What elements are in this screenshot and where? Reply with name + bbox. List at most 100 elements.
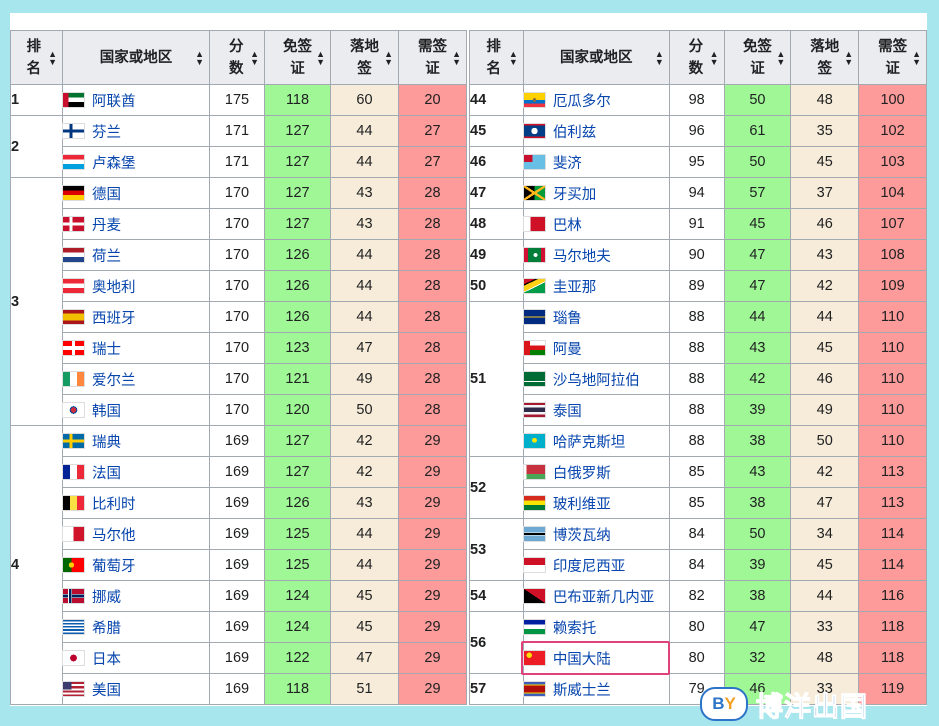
visa-on-arrival-cell: 60 bbox=[330, 84, 399, 116]
nauru-flag bbox=[523, 310, 545, 324]
score-cell: 171 bbox=[209, 115, 265, 147]
country-cell: 厄瓜多尔 bbox=[522, 84, 670, 116]
country-link[interactable]: 斯威士兰 bbox=[553, 683, 611, 699]
country-link[interactable]: 沙乌地阿拉伯 bbox=[553, 373, 640, 389]
table-row: 47 牙买加 94 57 37 104 bbox=[469, 177, 927, 209]
country-link[interactable]: 玻利维亚 bbox=[553, 497, 611, 513]
country-link[interactable]: 印度尼西亚 bbox=[553, 559, 626, 575]
country-header[interactable]: 国家或地区 ▲ ▼ bbox=[522, 30, 670, 85]
rank-cell: 52 bbox=[469, 456, 524, 519]
visa-free-cell: 126 bbox=[264, 487, 331, 519]
country-link[interactable]: 赖索托 bbox=[553, 621, 597, 637]
country-link[interactable]: 荷兰 bbox=[92, 249, 121, 265]
country-link[interactable]: 瑞士 bbox=[92, 342, 121, 358]
sort-icon[interactable]: ▲ ▼ bbox=[316, 49, 325, 66]
country-link[interactable]: 马尔他 bbox=[92, 528, 136, 544]
sort-icon[interactable]: ▲ ▼ bbox=[48, 49, 57, 66]
visa-required-header[interactable]: 需签证 ▲ ▼ bbox=[398, 30, 467, 85]
country-link[interactable]: 卢森堡 bbox=[92, 156, 136, 172]
table-row: 泰国 88 39 49 110 bbox=[470, 394, 927, 426]
visa-on-arrival-header[interactable]: 落地签 ▲ ▼ bbox=[790, 30, 860, 85]
country-link[interactable]: 哈萨克斯坦 bbox=[553, 435, 626, 451]
rank-header[interactable]: 排名 ▲ ▼ bbox=[10, 30, 63, 85]
country-header[interactable]: 国家或地区 ▲ ▼ bbox=[62, 30, 210, 85]
rank-cell: 54 bbox=[469, 580, 524, 612]
country-link[interactable]: 挪威 bbox=[92, 590, 121, 606]
sort-icon[interactable]: ▲ ▼ bbox=[452, 49, 461, 66]
table-row: 比利时 169 126 43 29 bbox=[11, 487, 467, 519]
country-link[interactable]: 丹麦 bbox=[92, 218, 121, 234]
sort-icon[interactable]: ▲ ▼ bbox=[384, 49, 393, 66]
country-link[interactable]: 圭亚那 bbox=[553, 280, 597, 296]
country-cell: 阿联酋 bbox=[62, 84, 210, 116]
country-link[interactable]: 泰国 bbox=[553, 404, 582, 420]
sort-icon[interactable]: ▲ ▼ bbox=[710, 49, 719, 66]
germany-flag bbox=[63, 186, 84, 200]
visa-free-cell: 50 bbox=[723, 146, 792, 178]
country-link[interactable]: 瑙鲁 bbox=[553, 311, 582, 327]
country-link[interactable]: 斐济 bbox=[553, 156, 582, 172]
sort-icon[interactable]: ▲ ▼ bbox=[776, 49, 785, 66]
sort-icon[interactable]: ▲ ▼ bbox=[655, 49, 664, 66]
country-link[interactable]: 比利时 bbox=[92, 497, 136, 513]
visa-free-header[interactable]: 免签证 ▲ ▼ bbox=[723, 30, 792, 85]
visa-required-header[interactable]: 需签证 ▲ ▼ bbox=[858, 30, 927, 85]
rank-header[interactable]: 排名 ▲ ▼ bbox=[469, 30, 524, 85]
country-link[interactable]: 白俄罗斯 bbox=[553, 466, 611, 482]
sort-icon[interactable]: ▲ ▼ bbox=[195, 49, 204, 66]
country-link[interactable]: 希腊 bbox=[92, 621, 121, 637]
header-row: 排名 ▲ ▼ 国家或地区 ▲ ▼ 分数 ▲ ▼ 免签证 ▲ ▼ 落地签 ▲ ▼ 需签证 ▲ ▼ bbox=[10, 30, 467, 85]
malta-flag bbox=[63, 527, 84, 541]
score-header[interactable]: 分数 ▲ ▼ bbox=[668, 30, 725, 85]
sweden-flag bbox=[63, 434, 84, 448]
country-link[interactable]: 芬兰 bbox=[92, 125, 121, 141]
country-link[interactable]: 博茨瓦纳 bbox=[553, 528, 611, 544]
table-row: 卢森堡 171 127 44 27 bbox=[11, 146, 467, 178]
country-link[interactable]: 法国 bbox=[92, 466, 121, 482]
visa-free-header[interactable]: 免签证 ▲ ▼ bbox=[264, 30, 331, 85]
visa-on-arrival-cell: 37 bbox=[790, 177, 860, 209]
ranking-table-left: 排名 ▲ ▼ 国家或地区 ▲ ▼ 分数 ▲ ▼ 免签证 ▲ ▼ 落地签 ▲ ▼ 需签证 ▲ ▼ 1 阿联酋… bbox=[10, 30, 467, 705]
visa-required-cell: 28 bbox=[398, 270, 467, 302]
country-link[interactable]: 葡萄牙 bbox=[92, 559, 136, 575]
country-link[interactable]: 韩国 bbox=[92, 404, 121, 420]
visa-on-arrival-cell: 44 bbox=[790, 580, 860, 612]
sort-icon[interactable]: ▲ ▼ bbox=[844, 49, 853, 66]
country-cell: 奥地利 bbox=[62, 270, 210, 302]
table-row: 韩国 170 120 50 28 bbox=[11, 394, 467, 426]
country-link[interactable]: 奥地利 bbox=[92, 280, 136, 296]
score-cell: 169 bbox=[209, 518, 265, 550]
country-link[interactable]: 美国 bbox=[92, 683, 121, 699]
country-link[interactable]: 瑞典 bbox=[92, 435, 121, 451]
country-link[interactable]: 爱尔兰 bbox=[92, 373, 136, 389]
country-cell: 巴林 bbox=[522, 208, 670, 240]
country-link[interactable]: 厄瓜多尔 bbox=[553, 94, 611, 110]
luxembourg-flag bbox=[63, 155, 84, 169]
visa-required-cell: 29 bbox=[398, 549, 467, 581]
country-link[interactable]: 德国 bbox=[92, 187, 121, 203]
country-link[interactable]: 阿曼 bbox=[553, 342, 582, 358]
visa-free-cell: 127 bbox=[264, 177, 331, 209]
country-cell: 泰国 bbox=[522, 394, 670, 426]
sort-icon[interactable]: ▲ ▼ bbox=[912, 49, 921, 66]
visa-free-cell: 126 bbox=[264, 301, 331, 333]
visa-on-arrival-header[interactable]: 落地签 ▲ ▼ bbox=[330, 30, 399, 85]
sort-icon[interactable]: ▲ ▼ bbox=[509, 49, 518, 66]
score-header[interactable]: 分数 ▲ ▼ bbox=[209, 30, 265, 85]
visa-required-cell: 107 bbox=[858, 208, 927, 240]
sort-icon[interactable]: ▲ ▼ bbox=[250, 49, 259, 66]
country-link[interactable]: 阿联酋 bbox=[92, 94, 136, 110]
country-link[interactable]: 巴林 bbox=[553, 218, 582, 234]
visa-on-arrival-cell: 44 bbox=[330, 115, 399, 147]
visa-required-cell: 102 bbox=[858, 115, 927, 147]
country-link[interactable]: 马尔地夫 bbox=[553, 249, 611, 265]
rank-cell: 1 bbox=[10, 84, 63, 116]
ecuador-flag bbox=[523, 93, 545, 107]
country-link[interactable]: 牙买加 bbox=[553, 187, 597, 203]
score-cell: 98 bbox=[668, 84, 725, 116]
country-link[interactable]: 日本 bbox=[92, 652, 121, 668]
country-link[interactable]: 西班牙 bbox=[92, 311, 136, 327]
portugal-flag bbox=[63, 558, 84, 572]
country-link[interactable]: 伯利兹 bbox=[553, 125, 597, 141]
country-link[interactable]: 巴布亚新几内亚 bbox=[553, 590, 655, 606]
